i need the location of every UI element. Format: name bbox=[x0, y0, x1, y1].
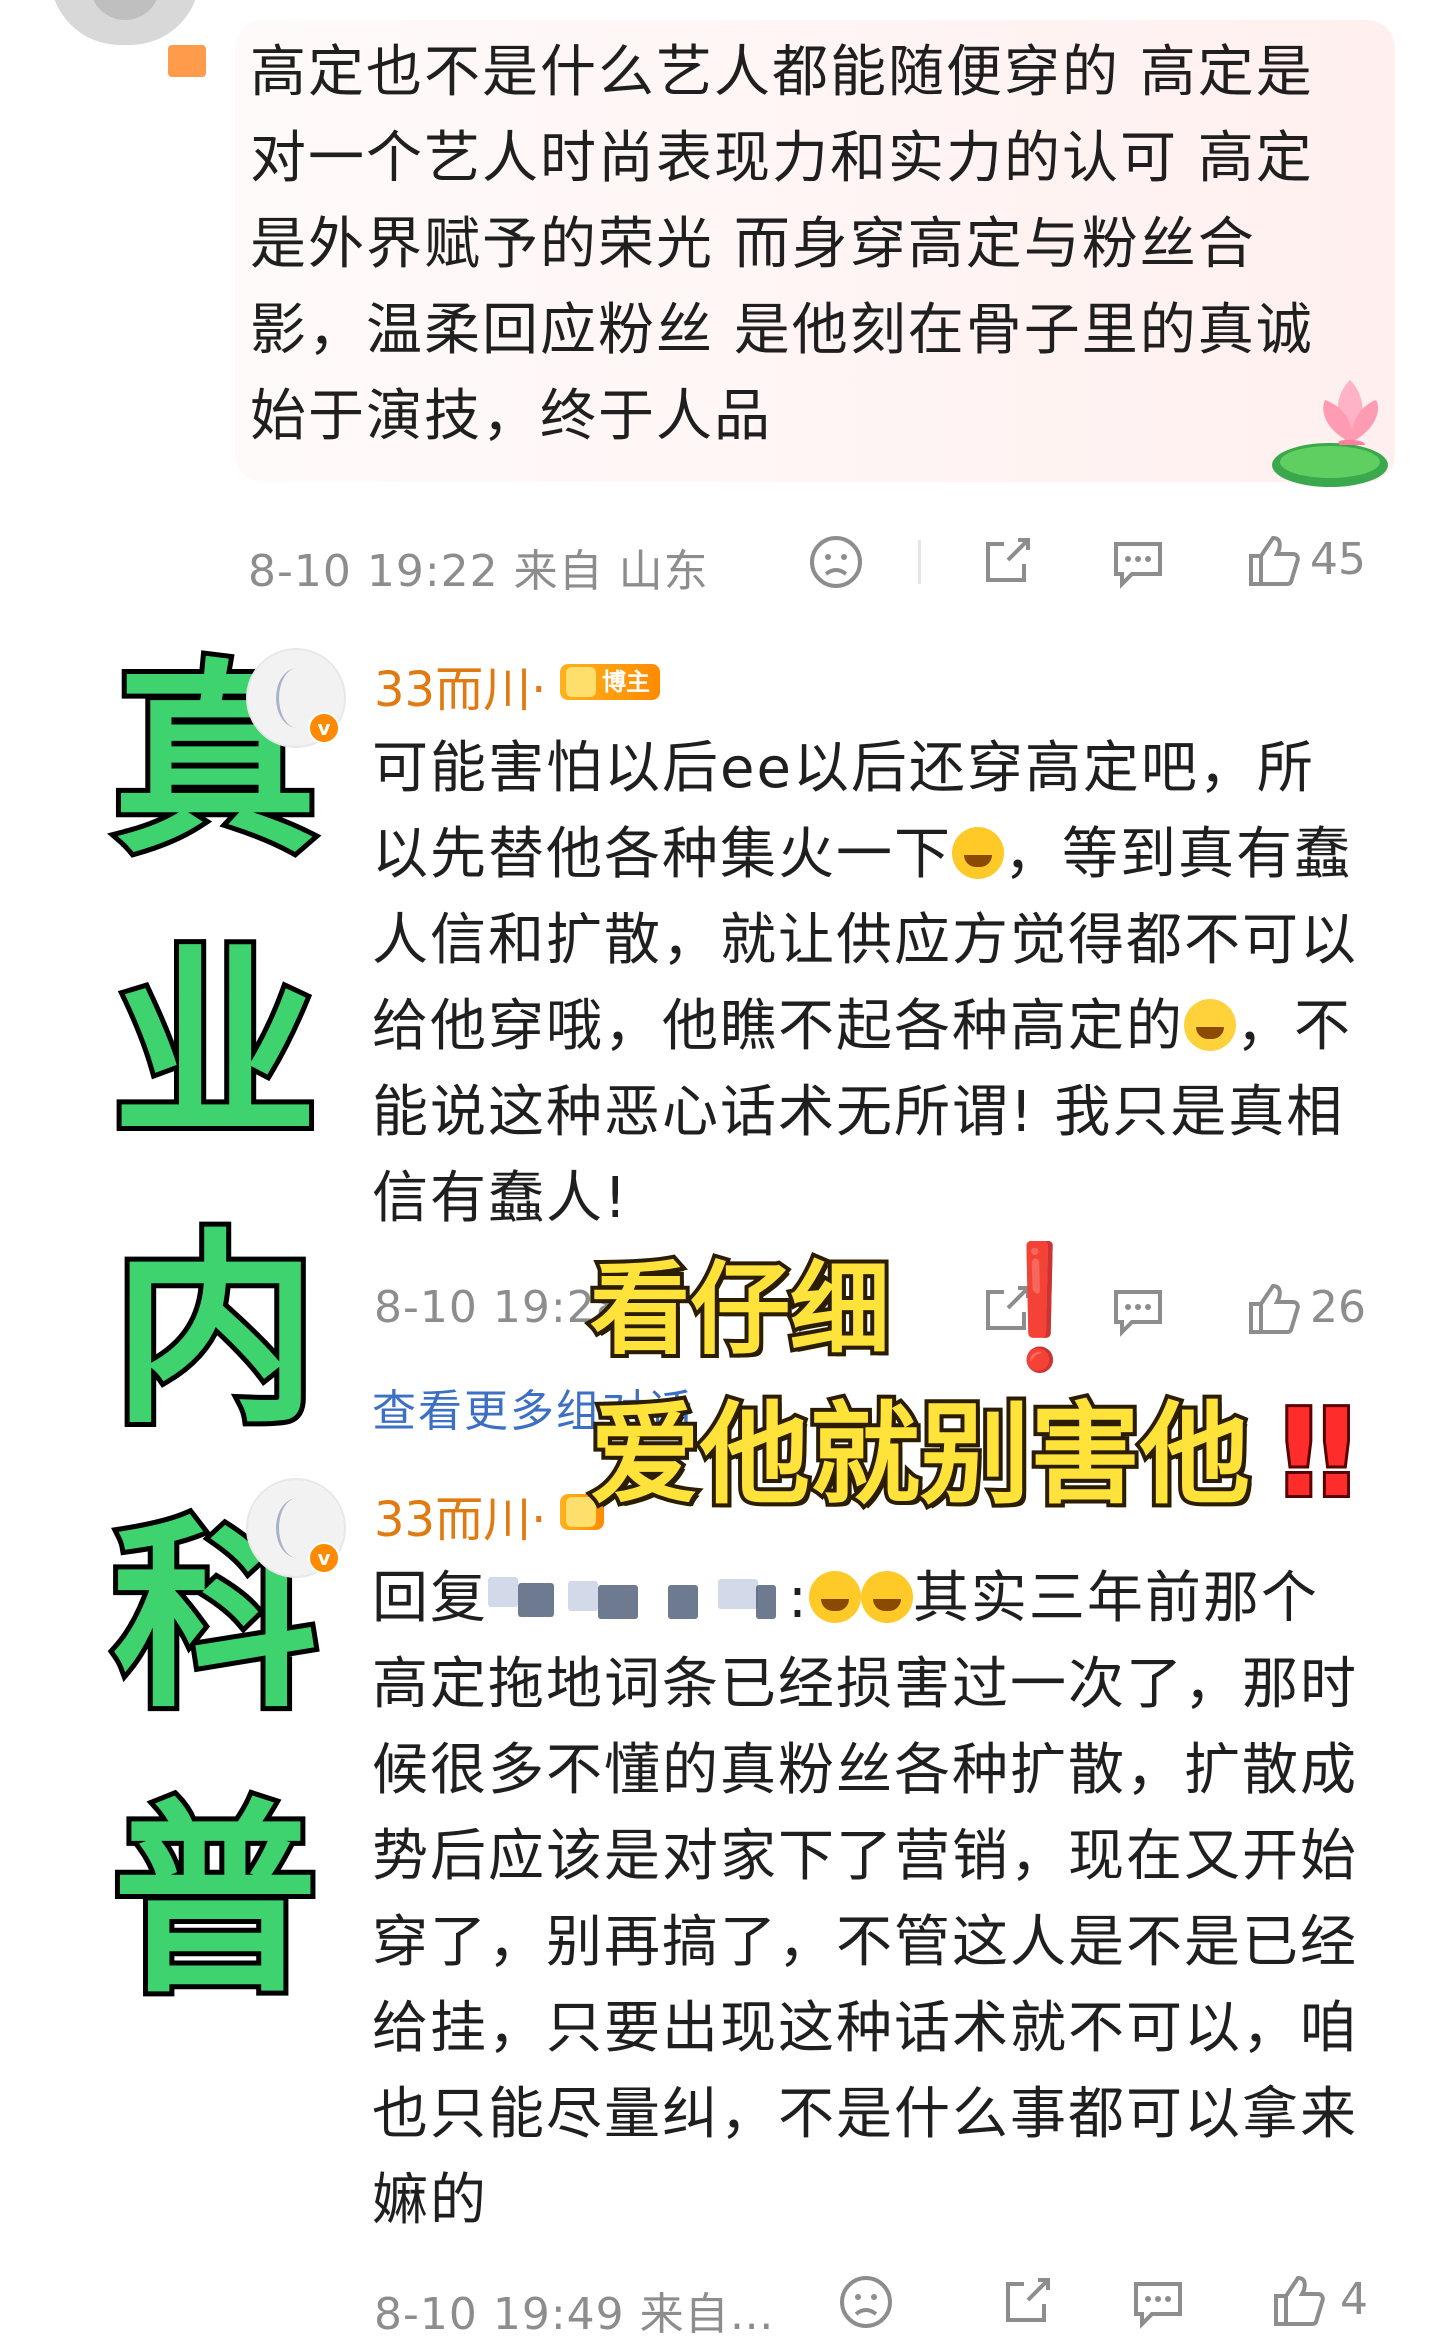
comment-icon[interactable] bbox=[1130, 2274, 1186, 2330]
reply-username[interactable]: 33而川· bbox=[374, 1480, 546, 1550]
sad-face-icon[interactable] bbox=[838, 2274, 894, 2330]
reply-username[interactable]: 33而川· bbox=[374, 650, 546, 720]
comment-icon[interactable] bbox=[1110, 534, 1166, 590]
overlay-caption-line1: 看仔细 bbox=[586, 1247, 894, 1372]
comment-meta: 8-10 19:22 来自 山东 bbox=[248, 546, 709, 597]
crying-emoji-icon bbox=[1184, 999, 1236, 1051]
thumbs-up-icon[interactable] bbox=[1245, 532, 1301, 588]
share-icon[interactable] bbox=[978, 534, 1034, 590]
commenter-avatar[interactable] bbox=[50, 0, 200, 45]
comment-icon[interactable] bbox=[1110, 1282, 1166, 1338]
verified-icon: v bbox=[308, 712, 340, 744]
share-icon[interactable] bbox=[998, 2274, 1054, 2330]
reply-meta: 8-10 19:28 bbox=[374, 1282, 625, 1333]
lotus-icon bbox=[1272, 380, 1388, 487]
sad-face-icon[interactable] bbox=[808, 534, 864, 590]
side-title: 真 业 内 科 普 bbox=[100, 620, 330, 2045]
verified-icon: v bbox=[308, 1542, 340, 1574]
like-count: 45 bbox=[1310, 534, 1366, 585]
reply-actions: 4 bbox=[800, 2270, 1400, 2340]
divider bbox=[918, 540, 921, 584]
reply-prefix: 回复 bbox=[372, 1566, 488, 1631]
like-count: 26 bbox=[1310, 1282, 1366, 1333]
reply-text: 回复: 其实三年前那个高定拖地词条已经损害过一次了，那时候很多不懂的真粉丝各种扩散… bbox=[372, 1556, 1372, 2244]
blogger-badge-label: 博主 bbox=[602, 668, 650, 696]
comment-text: 高定也不是什么艺人都能随便穿的 高定是对一个艺人时尚表现力和实力的认可 高定是外… bbox=[250, 40, 1314, 449]
commenter-badge bbox=[168, 45, 206, 77]
laughing-emoji-icon bbox=[952, 827, 1004, 879]
side-title-char: 内 bbox=[108, 1208, 323, 1456]
reply-text-part: 其实三年前那个高定拖地词条已经损害过一次了，那时候很多不懂的真粉丝各种扩散，扩散… bbox=[372, 1566, 1358, 2233]
exclamation-icon: ❗ bbox=[962, 1235, 1117, 1380]
double-exclamation-icon: ‼ bbox=[1277, 1382, 1358, 1527]
blogger-badge: 博主 bbox=[560, 664, 660, 700]
thumbs-up-icon[interactable] bbox=[1245, 1280, 1301, 1336]
reply-text: 可能害怕以后ee以后还穿高定吧，所以先替他各种集火一下 ，等到真有蠢人信和扩散，就… bbox=[372, 726, 1372, 1242]
crown-icon bbox=[566, 667, 596, 697]
redacted-username bbox=[488, 1571, 788, 1623]
comment-actions: 45 bbox=[800, 530, 1400, 600]
laughing-emoji-icon bbox=[808, 1571, 861, 1623]
thumbs-up-icon[interactable] bbox=[1270, 2272, 1326, 2328]
laughing-emoji-icon bbox=[860, 1571, 913, 1623]
side-title-char: 普 bbox=[108, 1778, 323, 2026]
side-title-char: 业 bbox=[108, 923, 323, 1171]
overlay-caption-line2: 爱他就别害他 bbox=[586, 1387, 1254, 1523]
reply-meta: 8-10 19:49 来自… bbox=[374, 2289, 775, 2340]
reply-colon: : bbox=[788, 1566, 809, 1631]
like-count: 4 bbox=[1340, 2274, 1368, 2325]
